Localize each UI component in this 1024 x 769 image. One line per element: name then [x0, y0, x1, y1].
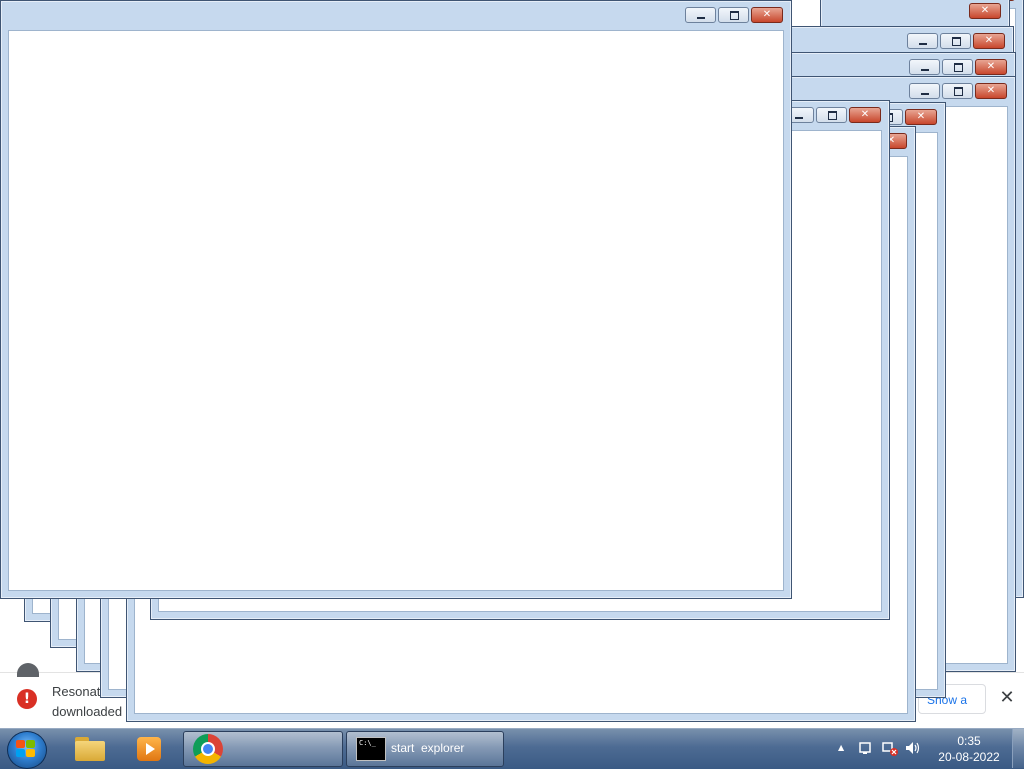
close-button[interactable]: ✕: [975, 83, 1007, 99]
window-caption-buttons: ✕: [683, 7, 783, 25]
maximize-icon: [943, 60, 972, 74]
minimize-icon: [908, 34, 937, 48]
volume-icon[interactable]: [904, 738, 922, 758]
windows-logo-icon: [16, 740, 36, 758]
maximize-icon: [943, 84, 972, 98]
window-caption-buttons: ✕: [905, 33, 1005, 51]
maximize-icon: [817, 108, 846, 122]
maximize-button[interactable]: [940, 33, 971, 49]
minimize-button[interactable]: [909, 59, 940, 75]
show-desktop-button[interactable]: [1012, 729, 1024, 768]
chrome-icon: [193, 734, 223, 764]
command-prompt-icon: C:\_: [356, 737, 386, 761]
maximize-button[interactable]: [942, 59, 973, 75]
maximize-button[interactable]: [942, 83, 973, 99]
folder-icon: [75, 737, 105, 761]
maximize-icon: [719, 8, 748, 22]
close-button[interactable]: ✕: [751, 7, 783, 23]
close-icon: ✕: [984, 35, 994, 46]
close-button[interactable]: ✕: [849, 107, 881, 123]
close-button[interactable]: ✕: [973, 33, 1005, 49]
minimize-icon: [686, 8, 715, 22]
window-client-area: [8, 30, 784, 591]
download-filename-line2: downloaded: [52, 704, 123, 719]
network-disconnected-icon[interactable]: [881, 738, 899, 758]
maximize-icon: [941, 34, 970, 48]
clock-time: 0:35: [957, 734, 981, 748]
close-icon: ✕: [916, 111, 926, 122]
taskbar-cmd-label: start explorer: [391, 741, 465, 755]
minimize-button[interactable]: [907, 33, 938, 49]
clock[interactable]: 0:35 20-08-2022: [930, 733, 1008, 765]
download-error-icon: !: [17, 689, 37, 709]
close-download-bar-button[interactable]: ✕: [996, 686, 1018, 710]
window-caption-buttons: ✕: [907, 83, 1007, 101]
close-icon: ✕: [762, 9, 772, 20]
action-center-icon[interactable]: [858, 738, 874, 758]
maximize-button[interactable]: [718, 7, 749, 23]
minimize-icon: [910, 84, 939, 98]
minimize-button[interactable]: [909, 83, 940, 99]
close-button[interactable]: ✕: [905, 109, 937, 125]
window-caption-buttons: ✕: [907, 59, 1007, 77]
window-caption-buttons: ✕: [967, 3, 1001, 21]
window-front[interactable]: ✕: [0, 0, 792, 599]
media-player-icon: [137, 737, 161, 761]
window-caption-buttons: ✕: [781, 107, 881, 125]
close-button[interactable]: ✕: [975, 59, 1007, 75]
close-icon: ✕: [860, 109, 870, 120]
close-button[interactable]: ✕: [969, 3, 1001, 19]
maximize-button[interactable]: [816, 107, 847, 123]
close-icon: ✕: [980, 5, 990, 16]
clock-date: 20-08-2022: [938, 750, 1000, 764]
minimize-icon: [910, 60, 939, 74]
minimize-button[interactable]: [685, 7, 716, 23]
close-icon: ✕: [986, 61, 996, 72]
show-hidden-icons-button[interactable]: ▲: [838, 738, 844, 758]
shield-icon: [17, 663, 39, 677]
close-icon: ✕: [986, 85, 996, 96]
